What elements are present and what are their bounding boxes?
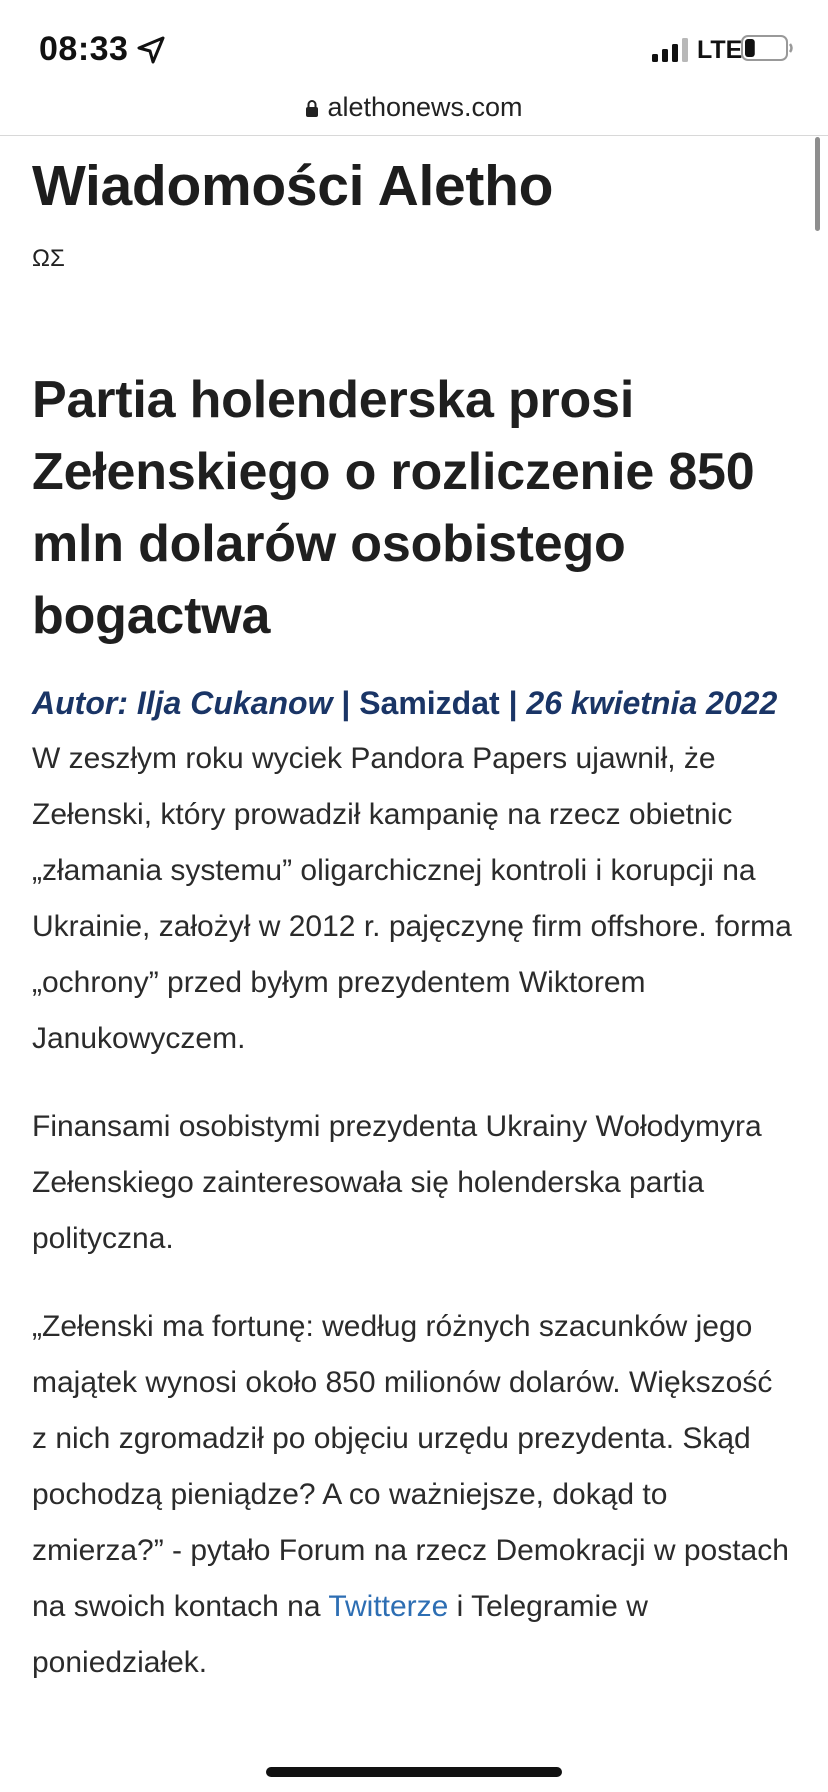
- byline-separator: |: [332, 685, 360, 721]
- article-byline: Autor: Ilja Cukanow | Samizdat | 26 kwie…: [32, 676, 792, 731]
- article-headline: Partia holenderska prosi Zełenskiego o r…: [32, 371, 755, 645]
- cellular-signal-icon: [652, 38, 688, 62]
- article-paragraph: Finansami osobistymi prezydenta Ukrainy …: [32, 1110, 762, 1255]
- lock-icon: [306, 99, 319, 117]
- twitter-link[interactable]: Twitterze: [328, 1590, 448, 1623]
- site-title[interactable]: Wiadomości Aletho: [32, 150, 792, 222]
- byline-date: 26 kwietnia 2022: [526, 685, 778, 721]
- scrollbar-thumb[interactable]: [815, 137, 820, 231]
- location-arrow-icon: [137, 36, 165, 64]
- byline-separator: |: [499, 685, 527, 721]
- network-type: LTE: [697, 36, 743, 64]
- article-quote-paragraph: „Zełenski ma fortunę: według różnych sza…: [32, 1299, 792, 1691]
- address-bar[interactable]: alethonews.com: [0, 86, 828, 134]
- url-text: alethonews.com: [327, 92, 523, 122]
- byline-source: Samizdat: [359, 685, 500, 721]
- article-paragraph: W zeszłym roku wyciek Pandora Papers uja…: [32, 742, 792, 1055]
- status-bar: 08:33 LTE: [0, 0, 828, 92]
- battery-icon: [741, 35, 793, 61]
- page-content: Wiadomości Aletho ΩΣ Partia holenderska …: [32, 150, 792, 1691]
- quote-text: „Zełenski ma fortunę: według różnych sza…: [32, 1310, 789, 1623]
- status-time: 08:33: [39, 30, 129, 68]
- home-indicator[interactable]: [266, 1767, 562, 1777]
- byline-author: Autor: Ilja Cukanow: [32, 685, 333, 721]
- toolbar-divider: [0, 135, 828, 136]
- site-tagline: ΩΣ: [32, 245, 65, 272]
